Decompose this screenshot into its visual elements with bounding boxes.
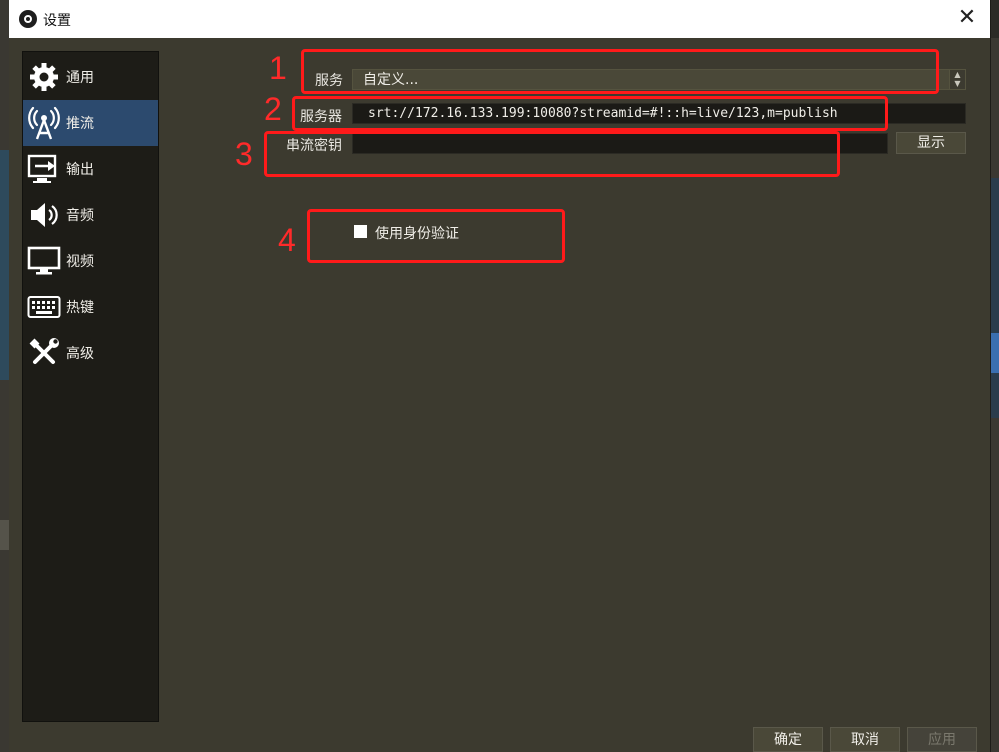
apply-button[interactable]: 应用 bbox=[907, 727, 977, 752]
sidebar-item-hotkeys[interactable]: 热键 bbox=[23, 284, 158, 330]
chevron-updown-icon: ▲ ▼ bbox=[949, 70, 965, 89]
annotation-number-2: 2 bbox=[264, 91, 282, 127]
sidebar-item-advanced[interactable]: 高级 bbox=[23, 330, 158, 376]
sidebar-item-label: 高级 bbox=[66, 346, 94, 362]
annotation-number-1: 1 bbox=[269, 50, 287, 86]
ok-button[interactable]: 确定 bbox=[753, 727, 823, 752]
sidebar-item-label: 通用 bbox=[66, 70, 94, 86]
speaker-icon bbox=[26, 197, 62, 233]
sidebar-item-label: 输出 bbox=[66, 162, 94, 178]
annotation-number-4: 4 bbox=[278, 222, 296, 258]
sidebar-item-label: 热键 bbox=[66, 300, 94, 316]
sidebar-item-label: 音频 bbox=[66, 208, 94, 224]
sidebar-item-output[interactable]: 输出 bbox=[23, 146, 158, 192]
settings-window: 设置 ✕ 通用 推流 输出 音频 视频 热键 高级 服务 自定义... ▲ ▼ … bbox=[9, 0, 991, 752]
close-icon[interactable]: ✕ bbox=[954, 6, 980, 32]
sidebar-item-general[interactable]: 通用 bbox=[23, 54, 158, 100]
show-key-button[interactable]: 显示 bbox=[896, 132, 966, 154]
tools-icon bbox=[26, 335, 62, 371]
obs-logo-icon bbox=[19, 10, 37, 28]
monitor-icon bbox=[26, 243, 62, 279]
annotation-box-3 bbox=[264, 131, 840, 177]
sidebar-item-label: 视频 bbox=[66, 254, 94, 270]
gear-icon bbox=[26, 59, 62, 95]
antenna-icon bbox=[26, 105, 62, 141]
sidebar-item-video[interactable]: 视频 bbox=[23, 238, 158, 284]
sidebar-item-stream[interactable]: 推流 bbox=[23, 100, 158, 146]
annotation-box-1 bbox=[301, 49, 939, 94]
output-icon bbox=[26, 151, 62, 187]
annotation-box-2 bbox=[292, 96, 888, 131]
annotation-box-4 bbox=[307, 209, 565, 263]
sidebar-item-label: 推流 bbox=[66, 116, 94, 132]
annotation-number-3: 3 bbox=[235, 136, 253, 172]
settings-sidebar: 通用 推流 输出 音频 视频 热键 高级 bbox=[22, 51, 159, 722]
sidebar-item-audio[interactable]: 音频 bbox=[23, 192, 158, 238]
title-bar: 设置 ✕ bbox=[9, 0, 990, 38]
window-title: 设置 bbox=[43, 13, 71, 29]
cancel-button[interactable]: 取消 bbox=[830, 727, 900, 752]
keyboard-icon bbox=[26, 289, 62, 325]
